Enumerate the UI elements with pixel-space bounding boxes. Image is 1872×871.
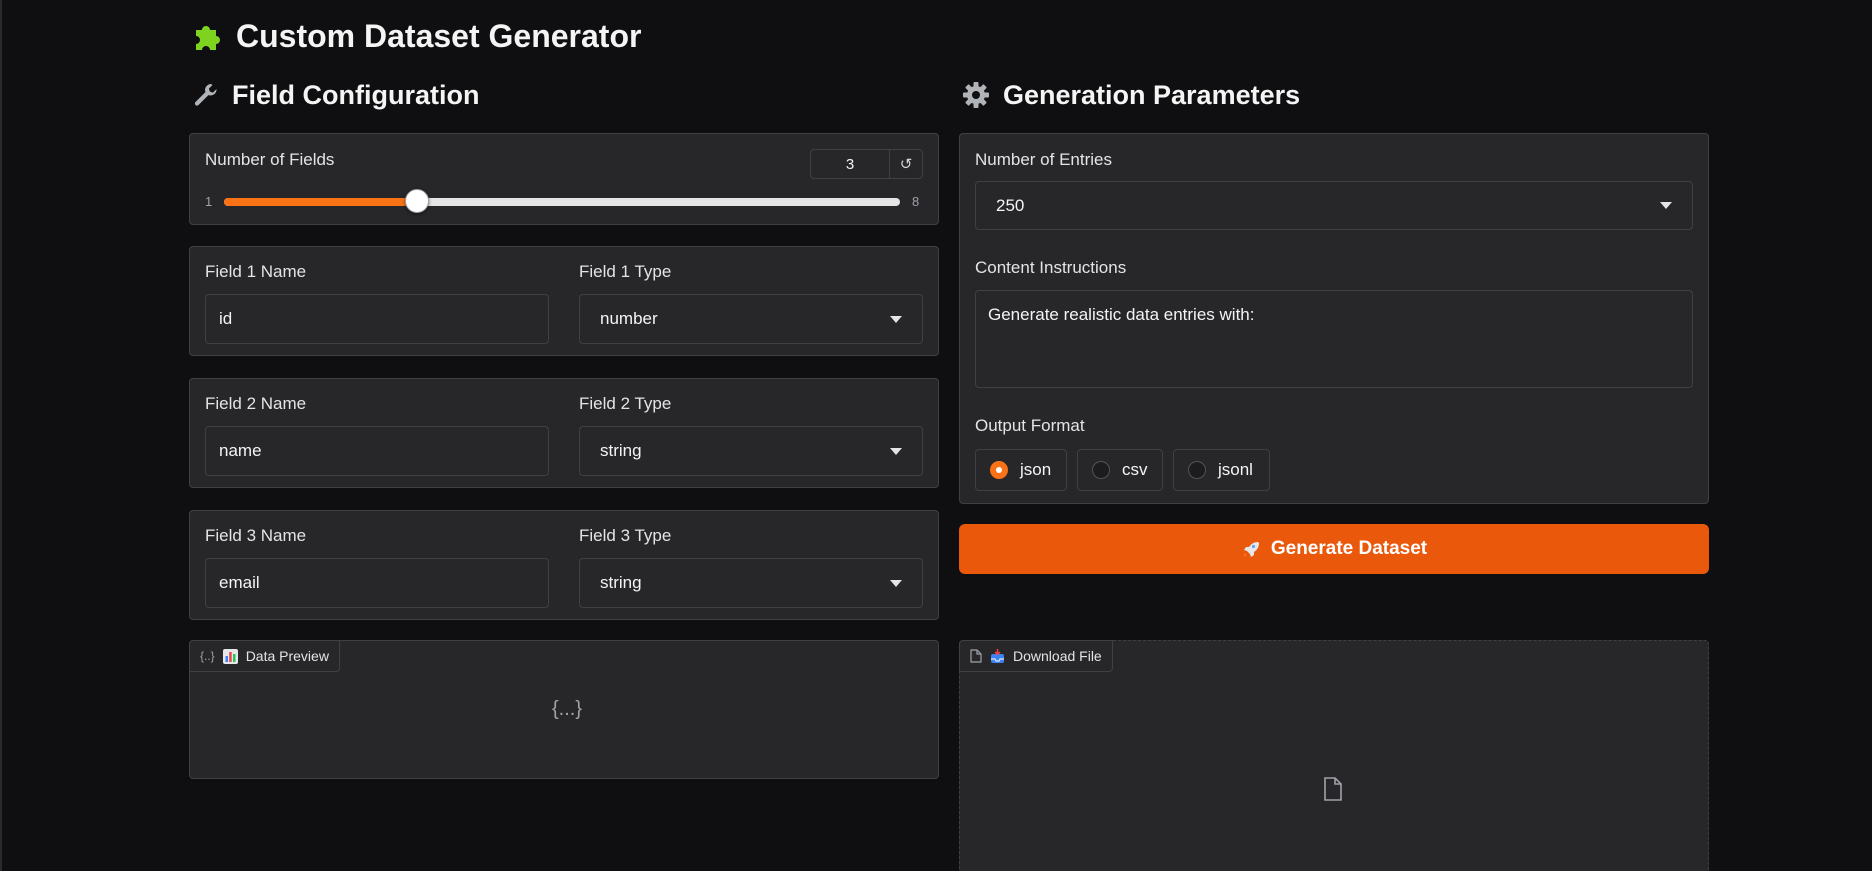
instructions-label: Content Instructions xyxy=(975,258,1127,277)
app-title: Custom Dataset Generator xyxy=(192,14,641,58)
slider-min-label: 1 xyxy=(205,194,213,209)
generate-dataset-button[interactable]: Generate Dataset xyxy=(959,524,1709,574)
field-1-type-dropdown[interactable]: number xyxy=(579,294,923,344)
entries-label: Number of Entries xyxy=(975,150,1112,169)
gear-icon xyxy=(961,80,991,110)
field-3-name-input[interactable] xyxy=(205,558,549,608)
field-3-type-dropdown[interactable]: string xyxy=(579,558,923,608)
field-1-name-label: Field 1 Name xyxy=(205,262,307,281)
radio-indicator xyxy=(1188,461,1206,479)
file-upload-icon xyxy=(1323,777,1343,806)
instructions-textarea[interactable]: Generate realistic data entries with: xyxy=(975,290,1693,388)
entries-dropdown[interactable]: 250 xyxy=(975,181,1693,230)
puzzle-icon xyxy=(192,20,224,52)
field-1-name-input[interactable] xyxy=(205,294,549,344)
data-preview-label: Data Preview xyxy=(245,648,329,664)
gen-params-title: Generation Parameters xyxy=(961,76,1300,114)
radio-json[interactable]: json xyxy=(975,449,1067,491)
json-empty-icon: {...} xyxy=(552,698,583,720)
download-file-tag: Download File xyxy=(959,640,1113,672)
field-2-name-label: Field 2 Name xyxy=(205,394,307,413)
num-fields-label: Number of Fields xyxy=(205,150,335,169)
wrench-icon xyxy=(192,81,220,109)
data-preview-panel: {..} Data Preview {...} xyxy=(189,640,939,779)
data-preview-tag: {..} Data Preview xyxy=(189,640,340,672)
radio-selected-indicator xyxy=(990,461,1008,479)
field-2-type-value: string xyxy=(600,441,642,460)
field-1-type-label: Field 1 Type xyxy=(579,262,672,281)
reset-button[interactable]: ↺ xyxy=(889,149,923,179)
bar-chart-icon xyxy=(222,648,238,664)
chevron-down-icon xyxy=(890,447,902,455)
slider-fill xyxy=(224,198,417,206)
download-file-panel[interactable]: Download File xyxy=(959,640,1709,871)
file-icon xyxy=(970,649,982,663)
radio-jsonl[interactable]: jsonl xyxy=(1173,449,1270,491)
field-3-name-label: Field 3 Name xyxy=(205,526,307,545)
field-1-type-value: number xyxy=(600,309,658,328)
json-icon: {..} xyxy=(200,649,215,663)
field-2-name-input[interactable] xyxy=(205,426,549,476)
entries-value: 250 xyxy=(996,195,1025,215)
gen-params-title-text: Generation Parameters xyxy=(1003,79,1301,110)
radio-indicator xyxy=(1092,461,1110,479)
chevron-down-icon xyxy=(890,579,902,587)
chevron-down-icon xyxy=(1660,202,1672,209)
num-fields-number-input[interactable]: 3 xyxy=(810,149,890,179)
slider-max-label: 8 xyxy=(912,194,920,209)
download-file-label: Download File xyxy=(1013,648,1102,664)
radio-json-label: json xyxy=(1020,460,1052,479)
slider-thumb[interactable] xyxy=(405,189,429,213)
field-3-type-value: string xyxy=(600,573,642,592)
generate-dataset-label: Generate Dataset xyxy=(1270,538,1428,559)
output-format-label: Output Format xyxy=(975,416,1085,435)
radio-jsonl-label: jsonl xyxy=(1218,460,1253,479)
field-2-type-label: Field 2 Type xyxy=(579,394,672,413)
chevron-down-icon xyxy=(890,315,902,323)
field-2-type-dropdown[interactable]: string xyxy=(579,426,923,476)
radio-csv[interactable]: csv xyxy=(1077,449,1163,491)
rocket-icon xyxy=(1241,539,1261,559)
num-fields-panel xyxy=(189,133,939,225)
inbox-icon xyxy=(990,648,1005,664)
app-title-text: Custom Dataset Generator xyxy=(236,17,642,54)
field-config-title-text: Field Configuration xyxy=(232,79,480,110)
page-edge xyxy=(0,0,2,871)
radio-csv-label: csv xyxy=(1122,460,1148,479)
field-config-title: Field Configuration xyxy=(192,76,479,114)
num-fields-slider[interactable] xyxy=(224,198,900,206)
field-3-type-label: Field 3 Type xyxy=(579,526,672,545)
